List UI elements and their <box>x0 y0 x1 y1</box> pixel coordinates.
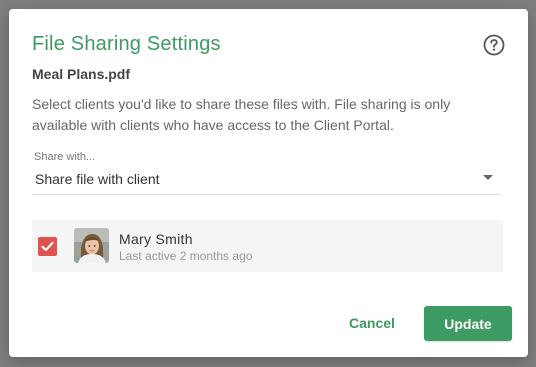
file-name: Meal Plans.pdf <box>32 66 131 82</box>
dropdown-caret-icon <box>483 175 493 180</box>
cancel-button[interactable]: Cancel <box>332 306 412 340</box>
dialog-description: Select clients you'd like to share these… <box>32 96 451 133</box>
client-last-active: Last active 2 months ago <box>119 249 253 263</box>
share-with-label: Share with... <box>34 151 96 163</box>
share-with-select[interactable]: Share with... Share file with client <box>32 151 501 195</box>
client-checkbox[interactable] <box>38 237 57 256</box>
client-row[interactable]: Mary Smith Last active 2 months ago <box>32 220 503 272</box>
dialog-title: File Sharing Settings <box>32 33 221 55</box>
avatar <box>74 228 109 263</box>
share-with-value: Share file with client <box>35 171 160 187</box>
checkmark-icon <box>41 241 54 252</box>
file-sharing-dialog: File Sharing Settings Meal Plans.pdf Sel… <box>9 9 528 357</box>
help-icon[interactable] <box>483 34 505 56</box>
update-button[interactable]: Update <box>424 306 512 341</box>
client-name: Mary Smith <box>119 231 193 247</box>
